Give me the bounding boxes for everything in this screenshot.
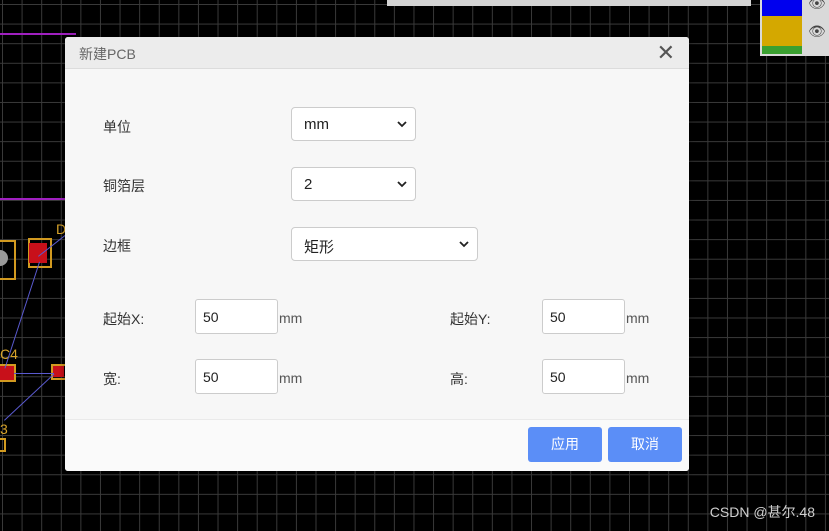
silkscreen-label: 3 [0,421,8,437]
board-outline-top [0,33,76,35]
width-label: 宽: [103,371,121,387]
height-unit: mm [626,370,650,386]
copper-layers-select-value: 2 [304,176,313,193]
chevron-down-icon [459,241,469,248]
border-label: 边框 [103,238,131,254]
height-value: 50 [550,369,566,385]
start-x-value: 50 [203,309,219,325]
unit-select-value: mm [304,116,329,133]
watermark: CSDN @甚尔.48 [709,504,815,520]
chevron-down-icon [397,181,407,188]
start-x-label: 起始X: [103,311,145,327]
close-icon[interactable]: ✕ [657,40,675,66]
apply-button[interactable]: 应用 [528,427,602,462]
unit-label: 单位 [103,119,131,135]
eye-icon[interactable]: 👁 [808,24,826,38]
top-toolbar-strip [387,0,751,6]
width-input[interactable]: 50 [195,359,278,394]
border-select[interactable]: 矩形 [291,227,478,261]
layer-panel: 👁 👁 [760,0,829,56]
start-x-input[interactable]: 50 [195,299,278,334]
new-pcb-dialog: 新建PCB ✕ 单位 mm 铜箔层 2 边框 矩形 起始X: 50 mm 起始Y… [65,37,689,471]
layer-color-swatch[interactable] [762,16,802,46]
start-y-label: 起始Y: [450,311,491,327]
dialog-header: 新建PCB ✕ [65,37,689,69]
height-input[interactable]: 50 [542,359,625,394]
start-y-unit: mm [626,310,650,326]
start-y-input[interactable]: 50 [542,299,625,334]
layer-color-swatch[interactable] [762,0,802,16]
width-value: 50 [203,369,219,385]
chevron-down-icon [397,121,407,128]
pcb-pad[interactable] [0,366,14,380]
start-y-value: 50 [550,309,566,325]
eye-icon[interactable]: 👁 [808,0,826,10]
height-label: 高: [450,371,468,387]
border-select-value: 矩形 [304,239,335,256]
copper-layers-label: 铜箔层 [103,178,145,194]
pcb-pad[interactable] [29,243,47,263]
start-x-unit: mm [279,310,303,326]
dialog-title: 新建PCB [79,46,136,62]
pcb-pad[interactable] [53,366,64,377]
pcb-trace [14,373,54,374]
unit-select[interactable]: mm [291,107,416,141]
layer-color-swatch[interactable] [762,46,802,54]
width-unit: mm [279,370,303,386]
component-outline [0,438,6,452]
cancel-button[interactable]: 取消 [608,427,682,462]
copper-layers-select[interactable]: 2 [291,167,416,201]
